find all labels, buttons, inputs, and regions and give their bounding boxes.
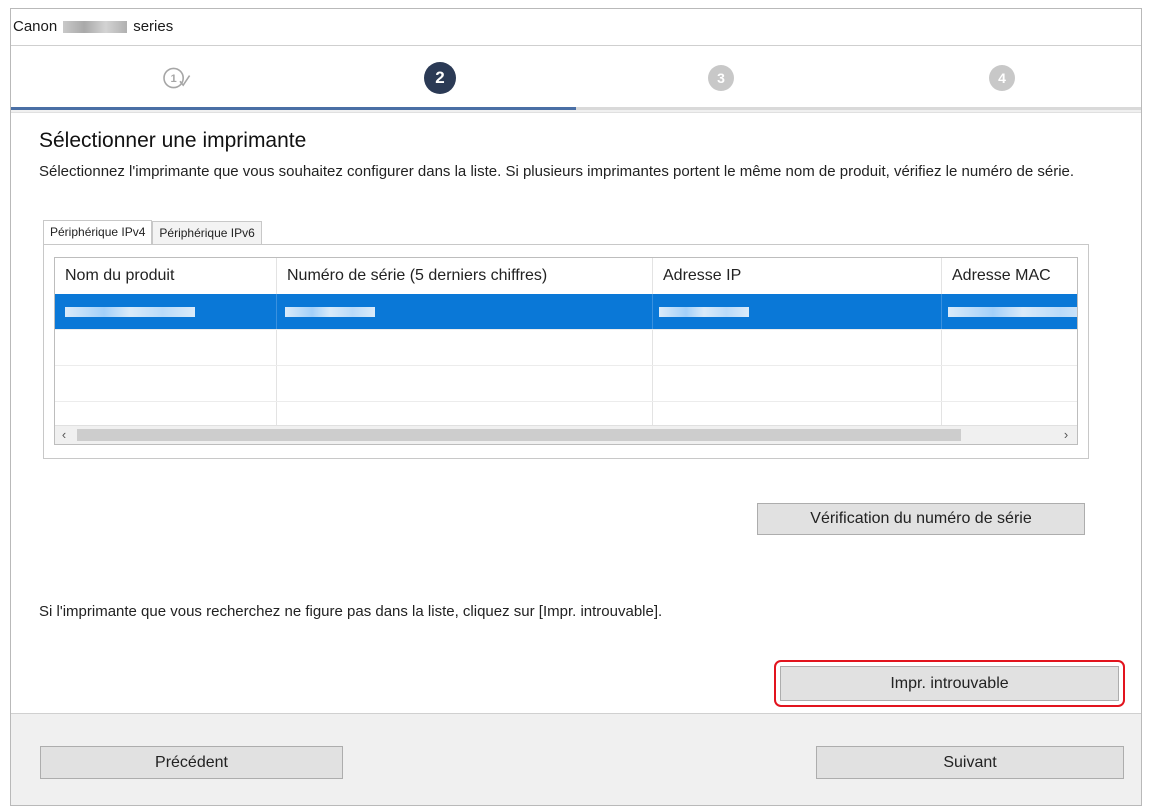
printer-not-found-button[interactable]: Impr. introuvable [780, 666, 1119, 701]
not-found-hint: Si l'imprimante que vous recherchez ne f… [39, 603, 663, 620]
device-tabs: Périphérique IPv4 Périphérique IPv6 [43, 220, 262, 246]
tab-ipv6[interactable]: Périphérique IPv6 [152, 221, 262, 245]
table-row[interactable] [55, 366, 1077, 402]
redacted-serial-number [285, 307, 375, 317]
title-prefix: Canon [13, 18, 58, 35]
column-mac-address[interactable]: Adresse MAC [942, 258, 1077, 294]
table-row[interactable] [55, 330, 1077, 366]
progress-fill [11, 107, 576, 110]
table-header: Nom du produit Numéro de série (5 dernie… [55, 258, 1077, 294]
setup-window: Canon series 1 2 3 4 Sélectionner une im… [10, 8, 1142, 806]
redacted-product-name [65, 307, 195, 317]
column-serial-number[interactable]: Numéro de série (5 derniers chiffres) [277, 258, 653, 294]
column-ip-address[interactable]: Adresse IP [653, 258, 942, 294]
step-4-pending: 4 [989, 65, 1015, 91]
printer-list[interactable]: Nom du produit Numéro de série (5 dernie… [54, 257, 1078, 445]
progress-track [11, 107, 1141, 110]
page-description: Sélectionnez l'imprimante que vous souha… [39, 163, 1075, 180]
scroll-left-icon[interactable]: ‹ [55, 426, 73, 444]
redacted-mac-address [948, 307, 1077, 317]
back-button[interactable]: Précédent [40, 746, 343, 779]
horizontal-scrollbar[interactable]: ‹ › [55, 425, 1077, 444]
scroll-right-icon[interactable]: › [1057, 426, 1075, 444]
step-2-current: 2 [424, 62, 456, 94]
step-3-pending: 3 [708, 65, 734, 91]
content-panel: Sélectionner une imprimante Sélectionnez… [11, 112, 1141, 714]
step-1-done-icon: 1 [160, 62, 192, 94]
tab-ipv4[interactable]: Périphérique IPv4 [43, 220, 153, 246]
step-indicator: 1 2 3 4 [11, 46, 1141, 110]
step-1-label: 1 [170, 73, 176, 85]
tab-content: Nom du produit Numéro de série (5 dernie… [43, 244, 1089, 459]
title-suffix: series [133, 18, 174, 35]
title-bar: Canon series [11, 9, 1141, 46]
redacted-ip-address [659, 307, 749, 317]
table-row-selected[interactable] [55, 294, 1077, 330]
scrollbar-thumb[interactable] [77, 429, 961, 441]
page-title: Sélectionner une imprimante [39, 129, 307, 152]
serial-check-button[interactable]: Vérification du numéro de série [757, 503, 1085, 535]
next-button[interactable]: Suivant [816, 746, 1124, 779]
redacted-model-name [63, 21, 128, 33]
column-product-name[interactable]: Nom du produit [55, 258, 277, 294]
